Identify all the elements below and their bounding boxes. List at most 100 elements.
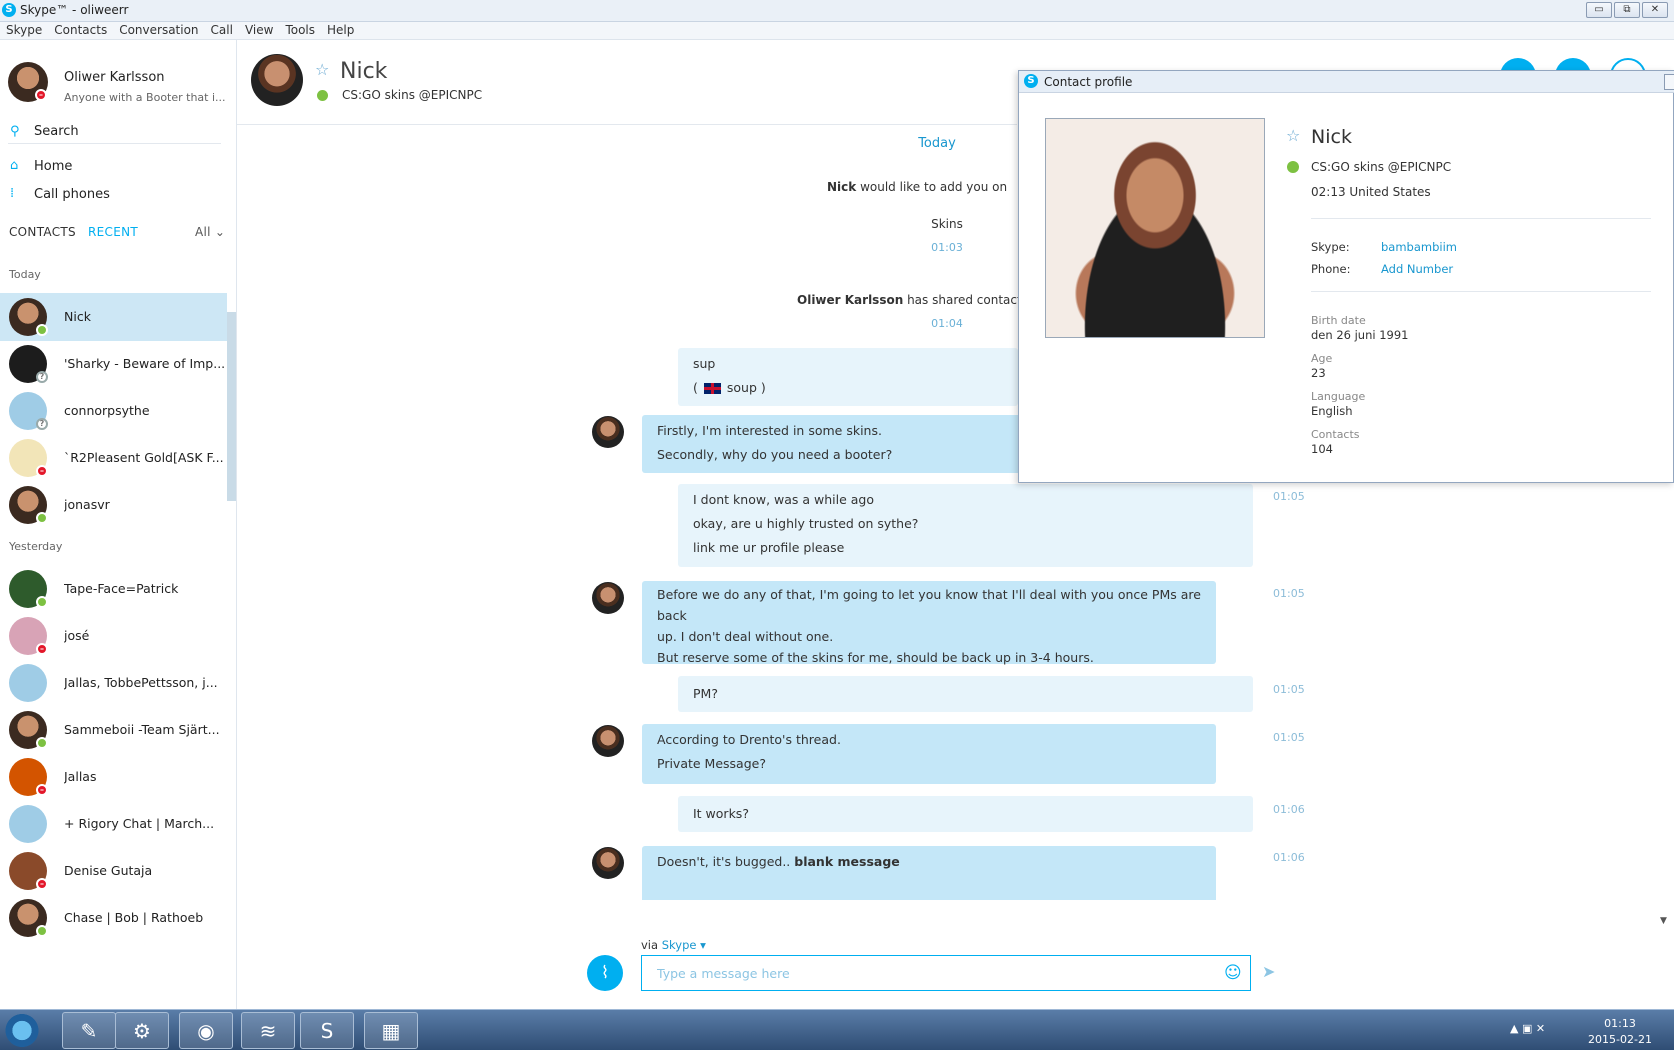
incoming-message[interactable]: According to Drento's thread. Private Me…	[642, 724, 1216, 784]
message-line: up. I don't deal without one.	[657, 629, 834, 644]
menu-skype[interactable]: Skype	[0, 22, 48, 39]
message-line: link me ur profile please	[693, 540, 845, 555]
nav-home-label: Home	[34, 159, 73, 174]
sender-avatar[interactable]	[592, 582, 624, 614]
menu-call[interactable]: Call	[205, 22, 239, 39]
favorite-star-icon[interactable]: ☆	[315, 60, 329, 79]
message-line: According to Drento's thread.	[657, 732, 841, 747]
contact-item[interactable]: ? 'Sharky - Beware of Imp...	[0, 340, 227, 388]
scroll-down-arrow-icon[interactable]: ▼	[1660, 916, 1667, 926]
close-button[interactable]: ✕	[1642, 2, 1668, 18]
outgoing-message[interactable]: sup (soup )	[678, 348, 1018, 406]
add-number-link[interactable]: Add Number	[1381, 262, 1453, 276]
menu-conversation[interactable]: Conversation	[113, 22, 204, 39]
emoticon-icon[interactable]: ☺	[1224, 963, 1242, 983]
online-status-icon	[36, 324, 48, 336]
nav-home[interactable]: ⌂ Home	[8, 157, 221, 179]
attach-paperclip-icon[interactable]: ⌇	[587, 955, 623, 991]
contact-item[interactable]: ? connorpsythe	[0, 387, 227, 435]
contact-item[interactable]: Nick	[0, 293, 227, 341]
menu-view[interactable]: View	[239, 22, 279, 39]
tab-contacts[interactable]: CONTACTS	[9, 225, 76, 239]
tab-recent[interactable]: RECENT	[88, 225, 138, 239]
incoming-message[interactable]: Doesn't, it's bugged.. blank message	[642, 846, 1216, 900]
sender-avatar[interactable]	[592, 847, 624, 879]
dialpad-icon: ⁞	[10, 186, 15, 201]
steam-icon[interactable]: ⚙	[115, 1012, 169, 1049]
contact-name: 'Sharky - Beware of Imp...	[64, 356, 224, 371]
message-line: It works?	[693, 806, 749, 821]
chrome-icon[interactable]: ◉	[179, 1012, 233, 1049]
message-bold-text: blank message	[794, 854, 900, 869]
nav-call-phones[interactable]: ⁞ Call phones	[8, 185, 221, 207]
contact-item[interactable]: – josé	[0, 612, 227, 660]
incoming-message[interactable]: Before we do any of that, I'm going to l…	[642, 581, 1216, 665]
calculator-icon[interactable]: ▦	[364, 1012, 418, 1049]
language-label: Language	[1311, 390, 1366, 403]
start-button[interactable]	[2, 1012, 42, 1049]
date-divider: Today	[918, 136, 956, 151]
outgoing-message[interactable]: It works?	[678, 796, 1253, 832]
taskbar-app-icon[interactable]: ✎	[62, 1012, 116, 1049]
skype-id-value[interactable]: bambambiim	[1381, 240, 1457, 254]
send-icon[interactable]: ➤	[1262, 962, 1275, 981]
request-time: 01:03	[931, 241, 963, 254]
message-line: Private Message?	[657, 756, 766, 771]
paren-open: (	[693, 380, 698, 395]
contact-name: Sammeboii -Team Sjärt...	[64, 722, 220, 737]
system-tray-icons[interactable]: ▲ ▣ ✕	[1510, 1022, 1545, 1035]
contact-item[interactable]: Jallas, TobbePettsson, j...	[0, 659, 227, 707]
contact-profile-window: S Contact profile ☆ Nick CS:GO skins @EP…	[1018, 70, 1674, 483]
filter-all-dropdown[interactable]: All ⌄	[195, 225, 225, 239]
message-time: 01:05	[1273, 587, 1305, 600]
message-line: Doesn't, it's bugged.. blank message	[657, 850, 1201, 874]
favorite-star-icon[interactable]: ☆	[1286, 126, 1300, 145]
via-selector[interactable]: via Skype ▾	[641, 938, 706, 952]
contact-item[interactable]: Sammeboii -Team Sjärt...	[0, 706, 227, 754]
profile-close-button[interactable]	[1664, 74, 1674, 90]
maximize-button[interactable]: ⧉	[1614, 2, 1640, 18]
menu-contacts[interactable]: Contacts	[48, 22, 113, 39]
contact-item[interactable]: – `R2Pleasent Gold[ASK F...	[0, 434, 227, 482]
profile-titlebar: S Contact profile	[1019, 71, 1674, 93]
message-input[interactable]	[641, 955, 1251, 991]
group-avatar-icon	[9, 664, 47, 702]
contact-item[interactable]: Tape-Face=Patrick	[0, 565, 227, 613]
unknown-status-icon: ?	[36, 418, 48, 430]
spotify-icon[interactable]: ≋	[241, 1012, 295, 1049]
contacts-count-value: 104	[1311, 442, 1333, 456]
sender-avatar[interactable]	[592, 416, 624, 448]
via-label: via	[641, 938, 659, 952]
skype-taskbar-icon[interactable]: S	[300, 1012, 354, 1049]
share-time: 01:04	[931, 317, 963, 330]
contact-name: Jallas, TobbePettsson, j...	[64, 675, 218, 690]
message-line: I dont know, was a while ago	[693, 492, 875, 507]
menu-help[interactable]: Help	[321, 22, 360, 39]
contact-item[interactable]: + Rigory Chat | March...	[0, 800, 227, 848]
conversation-title[interactable]: Nick	[340, 59, 387, 84]
my-profile[interactable]: – Oliwer Karlsson Anyone with a Booter t…	[8, 62, 233, 108]
busy-status-icon: –	[36, 878, 48, 890]
sidebar-scrollbar[interactable]	[227, 312, 236, 501]
outgoing-message[interactable]: I dont know, was a while ago okay, are u…	[678, 484, 1253, 567]
contact-name: josé	[64, 628, 90, 643]
message-time: 01:05	[1273, 490, 1305, 503]
contact-item[interactable]: – Denise Gutaja	[0, 847, 227, 895]
search-button[interactable]: ⚲ Search	[8, 122, 221, 144]
outgoing-message[interactable]: PM?	[678, 676, 1253, 712]
nav-call-phones-label: Call phones	[34, 187, 110, 202]
taskbar-clock[interactable]: 01:13 2015-02-21	[1580, 1016, 1660, 1048]
contact-name: Denise Gutaja	[64, 863, 153, 878]
contact-item[interactable]: jonasvr	[0, 481, 227, 529]
contact-item[interactable]: Chase | Bob | Rathoeb	[0, 894, 227, 942]
sender-avatar[interactable]	[592, 725, 624, 757]
online-status-icon	[317, 90, 328, 101]
busy-status-icon: –	[35, 89, 47, 101]
sidebar: – Oliwer Karlsson Anyone with a Booter t…	[0, 40, 237, 1009]
contact-item[interactable]: – Jallas	[0, 753, 227, 801]
request-sender: Nick	[827, 180, 857, 194]
header-avatar[interactable]	[251, 54, 303, 106]
uk-flag-icon	[703, 383, 721, 394]
minimize-button[interactable]: ▭	[1586, 2, 1612, 18]
menu-tools[interactable]: Tools	[279, 22, 321, 39]
